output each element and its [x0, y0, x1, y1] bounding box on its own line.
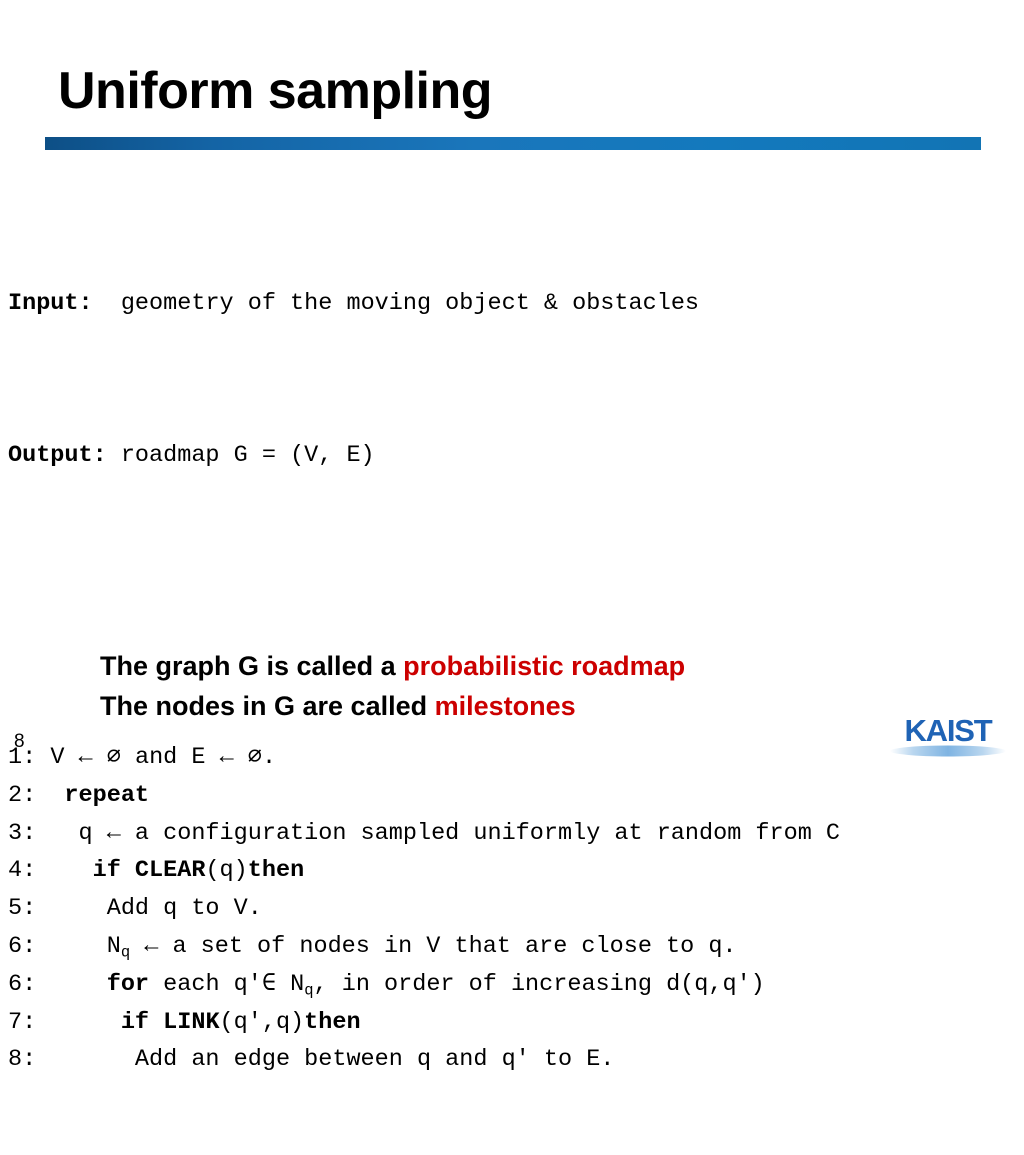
pseudocode-segment: repeat [64, 781, 150, 809]
pseudocode-segment: q [120, 943, 131, 962]
title-divider-bar [45, 137, 981, 150]
pseudocode-line-number: 4: [8, 857, 93, 885]
pseudocode-segment: (q′,q) [219, 1008, 305, 1036]
pseudocode-line: 6: for each q′∈ Nq, in order of increasi… [8, 966, 1024, 1004]
pseudocode-segment: q [304, 981, 314, 1000]
pseudocode-segment: , in order of increasing d(q,q′) [313, 970, 765, 998]
pseudocode-segment: Add an edge between q and q′ to E. [134, 1046, 615, 1074]
pseudocode-segment: if CLEAR [92, 857, 206, 885]
pseudocode-line-number: 6: [8, 970, 107, 998]
pseudocode-segment: if LINK [120, 1008, 220, 1036]
pseudocode-segment: q ← a configuration sampled uniformly at… [78, 819, 841, 847]
pseudocode-segment: ← a set of nodes in V that are close to … [130, 932, 737, 960]
output-label: Output: [8, 441, 107, 469]
pseudocode-segment: V ← ∅ and E ← ∅. [50, 743, 277, 771]
pseudocode-line-number: 3: [8, 819, 79, 847]
pseudocode-line: 1: V ← ∅ and E ← ∅. [8, 739, 1024, 777]
pseudocode-line: 4: if CLEAR(q)then [8, 852, 1024, 890]
pseudocode-lines: 1: V ← ∅ and E ← ∅. 2: repeat 3: q ← a con… [8, 739, 1024, 1079]
slide-canvas: Uniform sampling Input: geometry of the … [0, 0, 1024, 1073]
pseudocode-line: 7: if LINK(q′,q)then [8, 1004, 1024, 1042]
statement-line-1-highlight: probabilistic roadmap [403, 651, 686, 681]
pseudocode-line: 2: repeat [8, 777, 1024, 815]
pseudocode-segment: for [106, 970, 150, 998]
summary-statement: The graph G is called a probabilistic ro… [100, 646, 685, 726]
input-value: geometry of the moving object & obstacle… [92, 290, 700, 318]
input-line: Input: geometry of the moving object & o… [8, 285, 1024, 323]
pseudocode-segment: then [247, 857, 305, 885]
pseudocode-line-number: 7: [8, 1008, 121, 1036]
pseudocode-line-number: 8: [8, 1046, 135, 1074]
pseudocode-segment: (q) [205, 857, 248, 885]
pseudocode-segment: each q′∈ N [149, 970, 305, 998]
statement-line-2: The nodes in G are called milestones [100, 686, 685, 726]
pseudocode-line-number: 6: [8, 932, 107, 960]
pseudocode-line-number: 2: [8, 781, 65, 809]
pseudocode-line: 8: Add an edge between q and q′ to E. [8, 1041, 1024, 1079]
logo-wordmark: KAIST [904, 713, 992, 748]
pseudocode-segment: Add q to V. [106, 895, 262, 923]
pseudocode-segment: N [106, 932, 121, 960]
pseudocode-line-number: 5: [8, 895, 107, 923]
page-title: Uniform sampling [58, 62, 493, 120]
kaist-logo: KAIST [886, 708, 1010, 760]
statement-line-1: The graph G is called a probabilistic ro… [100, 646, 685, 686]
slide-number: 8 [14, 731, 25, 752]
statement-line-2-highlight: milestones [434, 691, 576, 721]
statement-line-1-prefix: The graph G is called a [100, 651, 404, 681]
input-label: Input: [8, 290, 93, 318]
pseudocode-line: 3: q ← a configuration sampled uniformly… [8, 815, 1024, 853]
pseudocode-line: 5: Add q to V. [8, 890, 1024, 928]
statement-line-2-prefix: The nodes in G are called [100, 691, 435, 721]
pseudocode-line: 6: Nq ← a set of nodes in V that are clo… [8, 928, 1024, 966]
output-value: roadmap G = (V, E) [106, 441, 375, 469]
kaist-logo-icon: KAIST [890, 713, 1006, 757]
pseudocode-segment: then [304, 1008, 361, 1036]
output-line: Output: roadmap G = (V, E) [8, 437, 1024, 475]
